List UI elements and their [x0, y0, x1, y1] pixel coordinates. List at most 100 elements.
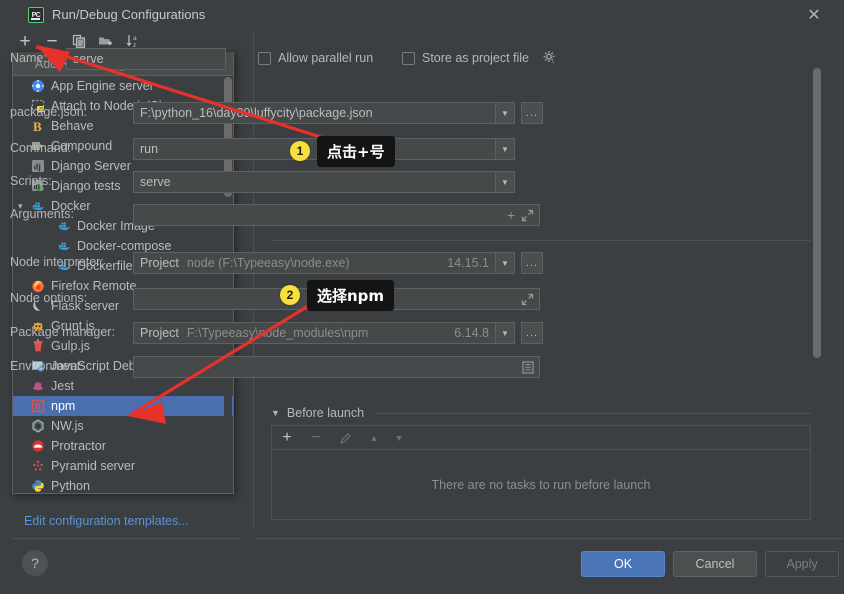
edit-task-button[interactable]: [336, 429, 354, 447]
form-scrollbar-thumb[interactable]: [813, 68, 821, 358]
expand-icon[interactable]: [521, 209, 534, 222]
config-type-item[interactable]: NW.js: [13, 416, 233, 436]
protractor-icon: [31, 439, 45, 453]
nwjs-icon: [31, 419, 45, 433]
package-json-browse-button[interactable]: ...: [521, 102, 543, 124]
config-type-item[interactable]: npm: [13, 396, 233, 416]
node-interpreter-browse-button[interactable]: ...: [521, 252, 543, 274]
package-manager-version: 6.14.8: [454, 326, 489, 340]
scripts-row: Scripts: serve ▼: [0, 171, 556, 193]
edit-configuration-templates-link[interactable]: Edit configuration templates...: [24, 514, 189, 528]
chevron-down-icon[interactable]: ▼: [495, 323, 514, 343]
package-manager-browse-button[interactable]: ...: [521, 322, 543, 344]
gear-icon[interactable]: [542, 50, 557, 68]
before-launch-rule: [374, 412, 811, 414]
sort-alpha-icon: a z: [125, 35, 137, 49]
plus-icon[interactable]: +: [507, 208, 515, 222]
help-button[interactable]: ?: [22, 550, 48, 576]
pyramid-icon: [31, 459, 45, 473]
config-type-label: Protractor: [51, 439, 106, 453]
before-launch-empty-text: There are no tasks to run before launch: [431, 477, 651, 492]
title-bar: PC Run/Debug Configurations ✕: [0, 0, 844, 30]
pycharm-icon: PC: [28, 7, 44, 23]
form-scrollbar[interactable]: [812, 68, 821, 523]
chevron-down-icon[interactable]: ▼: [495, 139, 514, 159]
close-icon[interactable]: ✕: [804, 6, 824, 26]
cancel-button[interactable]: Cancel: [673, 551, 757, 577]
name-row: Name: serve Allow parallel run Store as …: [0, 48, 556, 70]
annotation-badge-2: 2: [280, 285, 300, 305]
store-as-project-file-checkbox[interactable]: Store as project file: [402, 51, 529, 65]
package-manager-combo[interactable]: Project F:\Typeeasy\node_modules\npm 6.1…: [133, 322, 515, 344]
node-interpreter-combo[interactable]: Project node (F:\Typeeasy\node.exe) 14.1…: [133, 252, 515, 274]
chevron-down-icon[interactable]: ▼: [495, 103, 514, 123]
scripts-combo[interactable]: serve ▼: [133, 171, 515, 193]
package-manager-label: Package manager:: [10, 325, 115, 339]
command-label: Command:: [10, 141, 72, 155]
package-json-label: package.json:: [10, 105, 88, 119]
config-type-item[interactable]: Pyramid server: [13, 456, 233, 476]
environment-label: Environment:: [10, 359, 84, 373]
apply-button[interactable]: Apply: [765, 551, 839, 577]
pencil-icon: [339, 432, 351, 444]
annotation-tooltip-2: 选择npm: [307, 280, 395, 311]
npm-icon: [31, 399, 45, 413]
scripts-value: serve: [140, 175, 171, 189]
move-task-up-button[interactable]: ▲: [365, 429, 383, 447]
node-interpreter-value: node (F:\Typeeasy\node.exe): [186, 256, 350, 270]
arguments-label: Arguments:: [10, 207, 74, 221]
package-manager-prefix: Project: [140, 326, 179, 340]
config-type-label: Docker-compose: [77, 239, 172, 253]
chevron-down-icon[interactable]: ▼: [495, 253, 514, 273]
jest-icon: [31, 379, 45, 393]
config-type-item[interactable]: App Engine server: [13, 76, 233, 96]
move-task-down-button[interactable]: ▼: [390, 429, 408, 447]
config-type-item[interactable]: Jest: [13, 376, 233, 396]
ok-button[interactable]: OK: [581, 551, 665, 577]
package-json-combo[interactable]: F:\python_16\day89\luffycity\package.jso…: [133, 102, 515, 124]
allow-parallel-run-checkbox[interactable]: Allow parallel run: [258, 51, 373, 65]
before-launch-title: Before launch: [286, 406, 365, 420]
allow-parallel-run-label: Allow parallel run: [278, 51, 374, 65]
before-launch-panel: + − ▲ ▼ There are no tasks to run before…: [271, 425, 811, 520]
form-divider: [271, 240, 811, 241]
node-interpreter-label: Node interpreter:: [10, 255, 104, 269]
chevron-down-icon[interactable]: ▼: [271, 408, 280, 418]
package-json-row: package.json: F:\python_16\day89\luffyci…: [0, 102, 556, 124]
before-launch-header[interactable]: ▼ Before launch: [271, 406, 811, 420]
before-launch-toolbar: + − ▲ ▼: [272, 426, 810, 450]
package-manager-value: F:\Typeeasy\node_modules\npm: [186, 326, 369, 340]
remove-task-button[interactable]: −: [307, 429, 325, 447]
annotation-tooltip-1: 点击+号: [317, 136, 395, 167]
name-input[interactable]: serve: [66, 48, 226, 70]
config-type-item[interactable]: Python: [13, 476, 233, 492]
environment-input[interactable]: [133, 356, 540, 378]
footer-divider: [255, 538, 844, 539]
dialog-title: Run/Debug Configurations: [52, 7, 206, 22]
copy-icon: [72, 34, 85, 48]
left-footer-divider: [12, 538, 242, 539]
node-interpreter-version: 14.15.1: [447, 256, 489, 270]
environment-row: Environment:: [0, 356, 556, 378]
node-interpreter-prefix: Project: [140, 256, 179, 270]
config-type-item[interactable]: Protractor: [13, 436, 233, 456]
store-as-project-file-box[interactable]: [402, 51, 415, 65]
config-type-label: npm: [51, 399, 76, 413]
screen: 30 'n 'o 4 PC Run/Debug Configurations ✕…: [0, 0, 844, 594]
app-engine-icon: [31, 79, 45, 93]
config-type-label: Jest: [51, 379, 74, 393]
chevron-down-icon[interactable]: ▼: [495, 172, 514, 192]
scripts-label: Scripts:: [10, 174, 52, 188]
allow-parallel-run-box[interactable]: [258, 51, 271, 65]
annotation-badge-1: 1: [290, 141, 310, 161]
arguments-input[interactable]: +: [133, 204, 540, 226]
node-options-row: Node options:: [0, 288, 556, 310]
environment-edit-icon[interactable]: [522, 361, 534, 374]
add-task-button[interactable]: +: [278, 429, 296, 447]
config-type-label: App Engine server: [51, 79, 154, 93]
config-type-label: NW.js: [51, 419, 84, 433]
package-manager-row: Package manager: Project F:\Typeeasy\nod…: [0, 322, 556, 344]
folder-plus-icon: [99, 37, 112, 45]
expand-icon[interactable]: [521, 293, 534, 306]
command-row: Command: run ▼: [0, 138, 556, 160]
